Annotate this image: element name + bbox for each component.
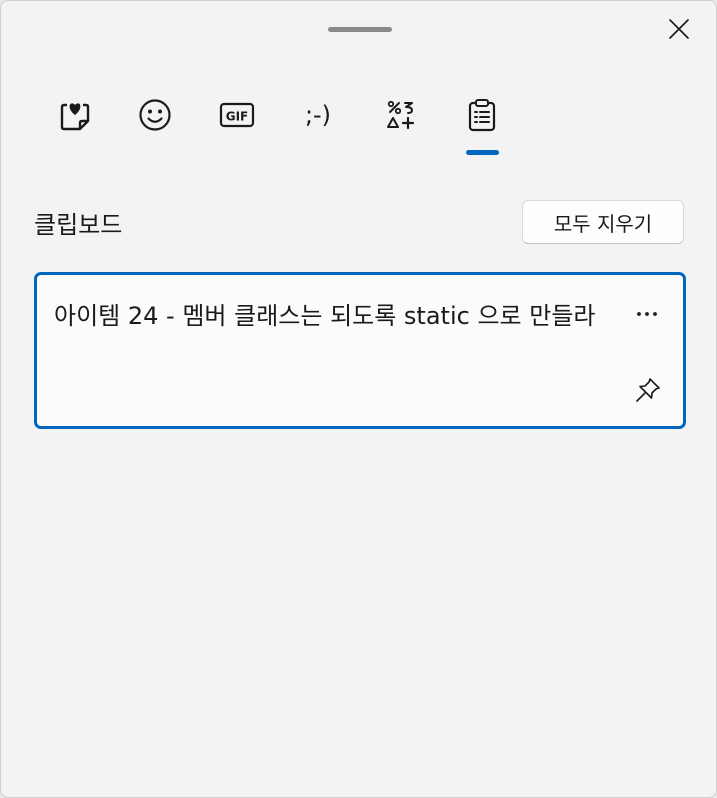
pin-icon [636,378,660,402]
close-button[interactable] [665,15,693,43]
svg-text:GIF: GIF [226,110,249,124]
tab-kaomoji[interactable]: ;-) [296,93,340,137]
more-options-button[interactable] [632,299,662,329]
close-icon [669,19,689,39]
heart-sticky-icon [60,103,90,131]
clipboard-panel: GIF ;-) 클립보드 모두 지우기 아이템 24 - 멤버 클래스는 되도록… [0,0,717,798]
gif-icon: GIF [219,102,255,128]
more-icon [637,312,657,316]
kaomoji-icon: ;-) [304,101,332,129]
clear-all-button[interactable]: 모두 지우기 [522,200,684,244]
selected-tab-indicator [466,150,499,155]
tab-clipboard[interactable] [460,93,504,137]
pin-button[interactable] [633,375,663,405]
clipboard-icon [468,99,496,132]
smiley-icon [139,99,171,131]
drag-handle[interactable] [328,27,392,32]
clipboard-item-text: 아이템 24 - 멤버 클래스는 되도록 static 으로 만들라 [54,302,596,330]
section-title: 클립보드 [34,211,123,239]
tab-symbols[interactable] [378,93,422,137]
clipboard-item[interactable]: 아이템 24 - 멤버 클래스는 되도록 static 으로 만들라 [34,272,686,429]
tab-recently-used[interactable] [52,93,96,137]
tab-gif[interactable]: GIF [215,93,259,137]
symbols-icon [387,100,415,130]
tab-emoji[interactable] [133,93,177,137]
